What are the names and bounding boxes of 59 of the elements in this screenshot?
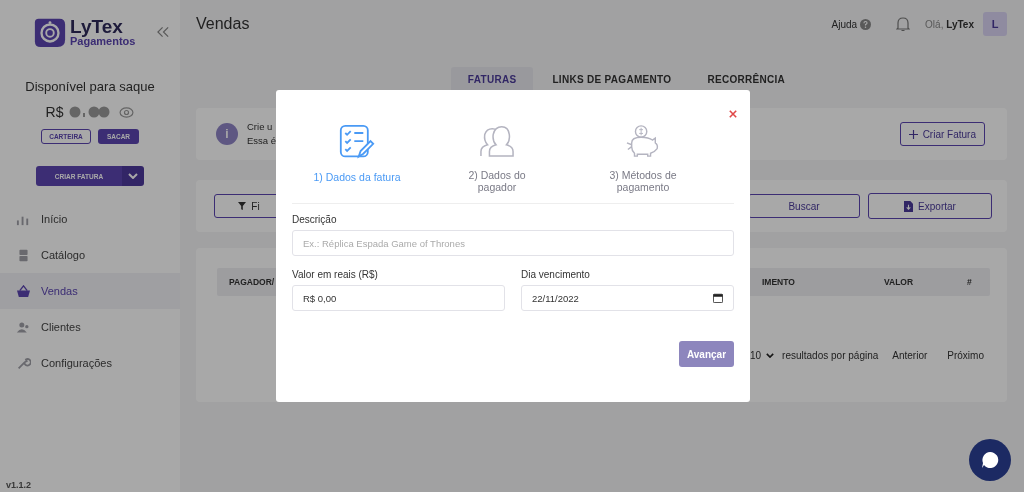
description-field[interactable]: Ex.: Réplica Espada Game of Thrones bbox=[292, 230, 734, 256]
help-link[interactable]: Ajuda bbox=[831, 18, 858, 30]
column-header: # bbox=[967, 277, 973, 287]
column-header: PAGADOR/ bbox=[229, 277, 276, 287]
page-size-select[interactable]: 10 bbox=[750, 350, 775, 361]
info-text: Essa é bbox=[247, 134, 277, 148]
collapse-icon[interactable] bbox=[157, 26, 171, 38]
nav-item[interactable]: Vendas bbox=[0, 273, 180, 309]
nav-item[interactable]: Início bbox=[0, 201, 180, 237]
file-download-icon bbox=[904, 200, 914, 212]
funnel-icon bbox=[238, 202, 247, 210]
basket-icon bbox=[16, 284, 31, 298]
users-icon bbox=[16, 320, 31, 334]
user-avatar[interactable]: L bbox=[983, 12, 1007, 36]
next-button[interactable]: Próximo bbox=[941, 350, 990, 361]
previous-button[interactable]: Anterior bbox=[886, 350, 934, 361]
date-field[interactable]: 22/11/2022 bbox=[521, 285, 734, 311]
close-icon[interactable] bbox=[729, 110, 737, 118]
next-step-button[interactable]: Avançar bbox=[679, 341, 734, 367]
step-label[interactable]: 1) Dados da fatura bbox=[312, 171, 402, 183]
amount-field[interactable]: R$ 0,00 bbox=[292, 285, 505, 311]
column-header: VALOR bbox=[884, 277, 915, 287]
step-label[interactable]: 2) Dados do pagador bbox=[452, 169, 542, 193]
tab[interactable]: RECORRÊNCIA bbox=[690, 67, 803, 92]
logo-name: LyTex bbox=[70, 17, 124, 36]
nav-item[interactable]: Catálogo bbox=[0, 237, 180, 273]
chevron-down-icon bbox=[766, 353, 775, 358]
help-icon[interactable] bbox=[860, 18, 872, 30]
column-header: IMENTO bbox=[762, 277, 796, 287]
tab[interactable]: LINKS DE PAGAMENTO bbox=[535, 67, 689, 92]
bell-icon[interactable] bbox=[896, 16, 911, 32]
page-title: Vendas bbox=[196, 15, 250, 33]
step-label[interactable]: 3) Métodos de pagamento bbox=[598, 169, 688, 193]
search-button[interactable]: Buscar bbox=[748, 194, 860, 218]
wrench-icon bbox=[16, 356, 31, 370]
field-label: Valor em reais (R$) bbox=[292, 269, 379, 280]
info-text: Crie u bbox=[247, 120, 274, 134]
plus-icon bbox=[908, 129, 918, 139]
chat-button[interactable] bbox=[969, 439, 1011, 481]
greeting-text: Olá, LyTex bbox=[925, 18, 974, 30]
logo-subtitle: Pagamentos bbox=[70, 36, 136, 47]
eye-icon[interactable] bbox=[119, 106, 135, 118]
chat-bubble-icon bbox=[980, 450, 1000, 470]
create-invoice-button[interactable]: Criar Fatura bbox=[899, 122, 985, 146]
drawer-icon bbox=[16, 248, 31, 262]
field-label: Descrição bbox=[292, 214, 338, 225]
export-button[interactable]: Exportar bbox=[868, 193, 992, 219]
nav-item[interactable]: Configurações bbox=[0, 345, 180, 381]
tab[interactable]: FATURAS bbox=[450, 67, 534, 92]
info-icon: i bbox=[216, 123, 238, 145]
balance-title: Disponível para saque bbox=[25, 79, 155, 94]
dropdown-button[interactable] bbox=[122, 166, 144, 186]
chevron-down-icon bbox=[128, 173, 138, 179]
page-size-label: resultados por página bbox=[782, 350, 879, 361]
nav-item[interactable]: Clientes bbox=[0, 309, 180, 345]
field-label: Dia vencimento bbox=[521, 269, 591, 280]
balance-currency: R$ bbox=[45, 104, 64, 120]
calendar-icon[interactable] bbox=[713, 293, 723, 303]
version-label: v1.1.2 bbox=[6, 480, 32, 490]
